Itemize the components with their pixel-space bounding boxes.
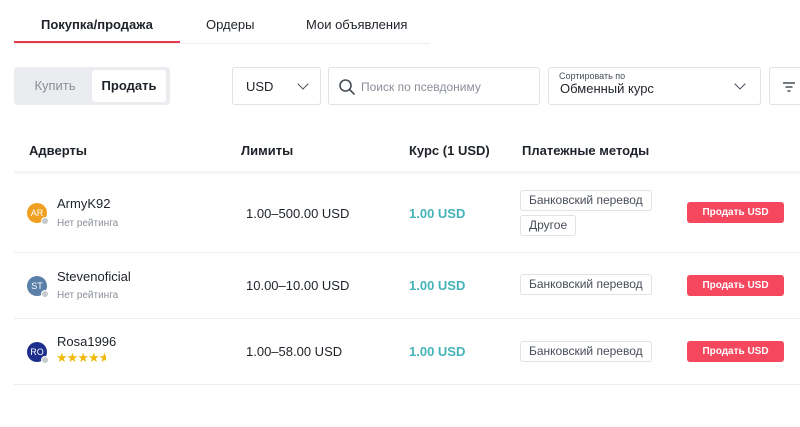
payment-method-badge: Банковский перевод (520, 274, 652, 295)
sort-value: Обменный курс (560, 81, 654, 96)
header-rate: Курс (1 USD) (409, 143, 490, 158)
avatar-initials: AR (30, 208, 44, 218)
active-tab-indicator (14, 41, 180, 43)
header-advertiser: Адверты (29, 143, 87, 158)
top-tabs: Покупка/продажа Ордеры Мои объявления (14, 0, 430, 44)
payment-method-badge: Банковский перевод (520, 190, 652, 211)
advertiser-rating: Нет рейтинга (57, 290, 119, 301)
rate-value: 1.00 USD (409, 206, 466, 221)
avatar-initials: ST (31, 281, 43, 291)
chevron-down-icon (734, 78, 746, 90)
currency-select[interactable]: USD (232, 67, 321, 105)
status-dot-icon (41, 217, 49, 225)
status-dot-icon (41, 290, 49, 298)
star-icon: ★ (87, 350, 100, 365)
avatar[interactable]: RO (27, 342, 49, 364)
rate-value: 1.00 USD (409, 278, 466, 293)
star-icon: ★ (66, 350, 79, 365)
star-icon: ★ (77, 350, 89, 365)
row-divider (14, 318, 800, 319)
advertiser-nick[interactable]: ArmyK92 (57, 196, 110, 211)
payment-method-badge: Банковский перевод (520, 341, 652, 362)
status-dot-icon (41, 356, 49, 364)
sell-toggle-button[interactable]: Продать (92, 70, 166, 102)
tab-my-ads[interactable]: Мои объявления (306, 17, 407, 32)
star-icon: ★ (56, 350, 68, 365)
sell-usd-button[interactable]: Продать USD (687, 341, 784, 362)
row-divider (14, 252, 800, 253)
filter-icon (783, 82, 795, 92)
limits-value: 10.00–10.00 USD (246, 278, 350, 293)
header-limits: Лимиты (241, 143, 294, 158)
currency-value: USD (246, 79, 274, 94)
chevron-down-icon (297, 78, 309, 90)
rating-stars: ★★★★★ (56, 350, 106, 366)
star-half-icon: ★ (98, 350, 106, 365)
search-icon (339, 79, 355, 95)
advertiser-rating: Нет рейтинга (57, 218, 119, 229)
advertiser-nick[interactable]: Rosa1996 (57, 334, 116, 349)
buy-toggle-button[interactable]: Купить (18, 70, 92, 102)
nickname-search (328, 67, 540, 105)
limits-value: 1.00–500.00 USD (246, 206, 350, 221)
sell-usd-button[interactable]: Продать USD (687, 275, 784, 296)
tab-orders[interactable]: Ордеры (206, 17, 254, 32)
buy-sell-toggle: Купить Продать (14, 67, 170, 105)
rate-value: 1.00 USD (409, 344, 466, 359)
row-divider (14, 384, 800, 385)
search-input[interactable] (361, 77, 533, 97)
avatar[interactable]: AR (27, 203, 49, 225)
tab-buy-sell[interactable]: Покупка/продажа (41, 17, 153, 32)
payment-method-badge: Другое (520, 215, 577, 236)
filter-button[interactable] (769, 67, 800, 105)
advertiser-nick[interactable]: Stevenoficial (57, 269, 131, 284)
sell-usd-button[interactable]: Продать USD (687, 202, 784, 223)
sort-label: Сортировать по (559, 71, 626, 81)
header-payment-methods: Платежные методы (522, 143, 650, 158)
limits-value: 1.00–58.00 USD (246, 344, 343, 359)
header-divider (14, 171, 800, 174)
sort-select[interactable]: Сортировать по Обменный курс (548, 67, 761, 105)
avatar-initials: RO (30, 347, 44, 357)
avatar[interactable]: ST (27, 276, 49, 298)
